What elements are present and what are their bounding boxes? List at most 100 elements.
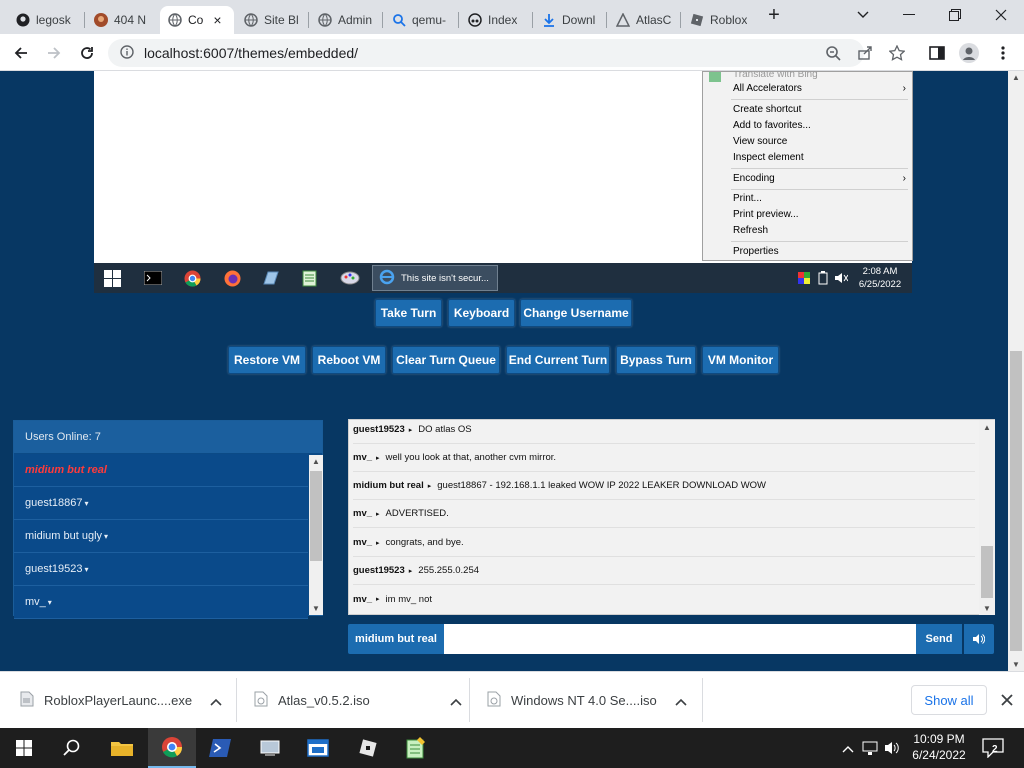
reboot-vm-button[interactable]: Reboot VM (312, 346, 386, 374)
scroll-down-icon[interactable]: ▼ (983, 604, 991, 613)
chat-username-label[interactable]: midium but real (348, 624, 444, 654)
back-icon[interactable] (8, 40, 34, 66)
chevron-up-icon[interactable] (450, 693, 462, 709)
forward-icon[interactable] (41, 40, 67, 66)
profile-icon[interactable] (956, 40, 982, 66)
user-item[interactable]: mv_ ▾ (14, 586, 308, 619)
menu-item-print[interactable]: Print... (733, 192, 906, 206)
share-icon[interactable] (852, 40, 878, 66)
close-icon[interactable] (996, 688, 1018, 712)
chevron-up-icon[interactable] (675, 693, 687, 709)
vm-terminal-icon[interactable] (143, 270, 163, 288)
user-item[interactable]: guest19523 ▾ (14, 553, 308, 586)
browser-tab[interactable]: Admin (310, 6, 382, 34)
chat-scroll-thumb[interactable] (981, 546, 993, 598)
show-all-button[interactable]: Show all (911, 685, 987, 715)
menu-item-view-source[interactable]: View source (733, 135, 906, 149)
chevron-up-icon[interactable] (210, 693, 222, 709)
volume-icon[interactable] (884, 740, 900, 759)
menu-item-encoding[interactable]: Encoding › (733, 172, 906, 186)
menu-item-create-shortcut[interactable]: Create shortcut (733, 103, 906, 117)
bookmark-star-icon[interactable] (884, 40, 910, 66)
tab-title: Co (188, 13, 204, 27)
restore-icon[interactable] (932, 0, 978, 30)
chat-input[interactable] (444, 624, 916, 654)
chrome-taskbar-icon[interactable] (148, 728, 196, 768)
network-icon[interactable] (862, 740, 878, 759)
menu-item-add-favorites[interactable]: Add to favorites... (733, 119, 906, 133)
close-window-icon[interactable] (978, 0, 1024, 30)
users-scroll-thumb[interactable] (310, 471, 322, 561)
end-current-turn-button[interactable]: End Current Turn (506, 346, 610, 374)
download-item[interactable]: Windows NT 4.0 Se....iso (487, 672, 687, 729)
vm-chrome-icon[interactable] (184, 270, 201, 290)
vm-app-icon[interactable] (262, 270, 280, 289)
tab-search-icon[interactable] (840, 0, 886, 30)
vm-taskbar[interactable]: This site isn't secur... 2:08 AM 6/25/20… (94, 263, 912, 293)
scroll-down-icon[interactable]: ▼ (312, 604, 320, 613)
scroll-down-icon[interactable]: ▼ (1012, 660, 1020, 669)
browser-tab[interactable]: Site Bl (236, 6, 308, 34)
scroll-up-icon[interactable]: ▲ (1012, 73, 1020, 82)
window-app-icon[interactable] (294, 728, 342, 768)
scroll-up-icon[interactable]: ▲ (983, 423, 991, 432)
menu-kebab-icon[interactable] (990, 40, 1016, 66)
search-icon[interactable] (48, 728, 96, 768)
sidepanel-icon[interactable] (924, 40, 950, 66)
vm-start-icon[interactable] (104, 270, 121, 290)
chat-scrollbar[interactable]: ▲ ▼ (979, 420, 995, 615)
vm-firefox-icon[interactable] (224, 270, 241, 290)
scroll-up-icon[interactable]: ▲ (312, 457, 320, 466)
close-tab-icon[interactable]: × (213, 12, 221, 28)
notification-icon[interactable]: 2 (982, 738, 1004, 759)
keyboard-button[interactable]: Keyboard (448, 299, 515, 327)
download-item[interactable]: RobloxPlayerLaunc....exe (20, 672, 222, 729)
new-tab-button[interactable]: + (754, 0, 794, 30)
browser-tab[interactable]: legosk (8, 6, 84, 34)
page-scrollbar[interactable]: ▲ ▼ (1008, 71, 1024, 671)
url-bar[interactable]: localhost:6007/themes/embedded/ (108, 39, 864, 67)
volume-icon[interactable] (964, 624, 994, 654)
download-item[interactable]: Atlas_v0.5.2.iso (254, 672, 462, 729)
notepad-plus-icon[interactable] (392, 728, 440, 768)
menu-item-properties[interactable]: Properties (733, 245, 906, 259)
browser-tab[interactable]: AtlasC (608, 6, 680, 34)
browser-tab[interactable]: Downl (534, 6, 606, 34)
user-item-self[interactable]: midium but real (14, 454, 308, 487)
menu-item-print-preview[interactable]: Print preview... (733, 208, 906, 222)
user-item[interactable]: guest18867 ▾ (14, 487, 308, 520)
vm-paint-icon[interactable] (340, 270, 360, 289)
vm-taskbar-window[interactable]: This site isn't secur... (372, 265, 498, 291)
file-explorer-icon[interactable] (98, 728, 146, 768)
vm-manager-icon[interactable] (246, 728, 294, 768)
take-turn-button[interactable]: Take Turn (375, 299, 442, 327)
users-scrollbar[interactable]: ▲ ▼ (309, 455, 323, 615)
browser-tab[interactable]: qemu- (384, 6, 458, 34)
clear-turn-queue-button[interactable]: Clear Turn Queue (392, 346, 500, 374)
reload-icon[interactable] (74, 40, 100, 66)
page-scroll-thumb[interactable] (1010, 351, 1022, 651)
menu-item-all-accelerators[interactable]: All Accelerators › (733, 82, 906, 96)
minimize-icon[interactable] (886, 0, 932, 30)
restore-vm-button[interactable]: Restore VM (228, 346, 306, 374)
user-item[interactable]: midium but ugly ▾ (14, 520, 308, 553)
browser-tab-active[interactable]: Co × (160, 6, 234, 34)
taskbar-clock[interactable]: 10:09 PM 6/24/2022 (904, 731, 974, 763)
zoom-icon[interactable] (820, 40, 846, 66)
powershell-icon[interactable] (196, 728, 244, 768)
browser-tab[interactable]: 404 N (86, 6, 158, 34)
change-username-button[interactable]: Change Username (520, 299, 632, 327)
send-button[interactable]: Send (916, 624, 962, 654)
menu-item-inspect[interactable]: Inspect element (733, 151, 906, 165)
roblox-taskbar-icon[interactable] (344, 728, 392, 768)
bypass-turn-button[interactable]: Bypass Turn (616, 346, 696, 374)
menu-item-refresh[interactable]: Refresh (733, 224, 906, 238)
browser-tab[interactable]: Roblox (682, 6, 756, 34)
info-icon[interactable] (120, 44, 134, 62)
vm-monitor-button[interactable]: VM Monitor (702, 346, 779, 374)
submenu-arrow-icon: › (902, 83, 906, 94)
start-icon[interactable] (0, 728, 48, 768)
chevron-up-icon[interactable] (842, 742, 854, 756)
vm-notepad-icon[interactable] (302, 269, 318, 290)
browser-tab[interactable]: Index (460, 6, 532, 34)
